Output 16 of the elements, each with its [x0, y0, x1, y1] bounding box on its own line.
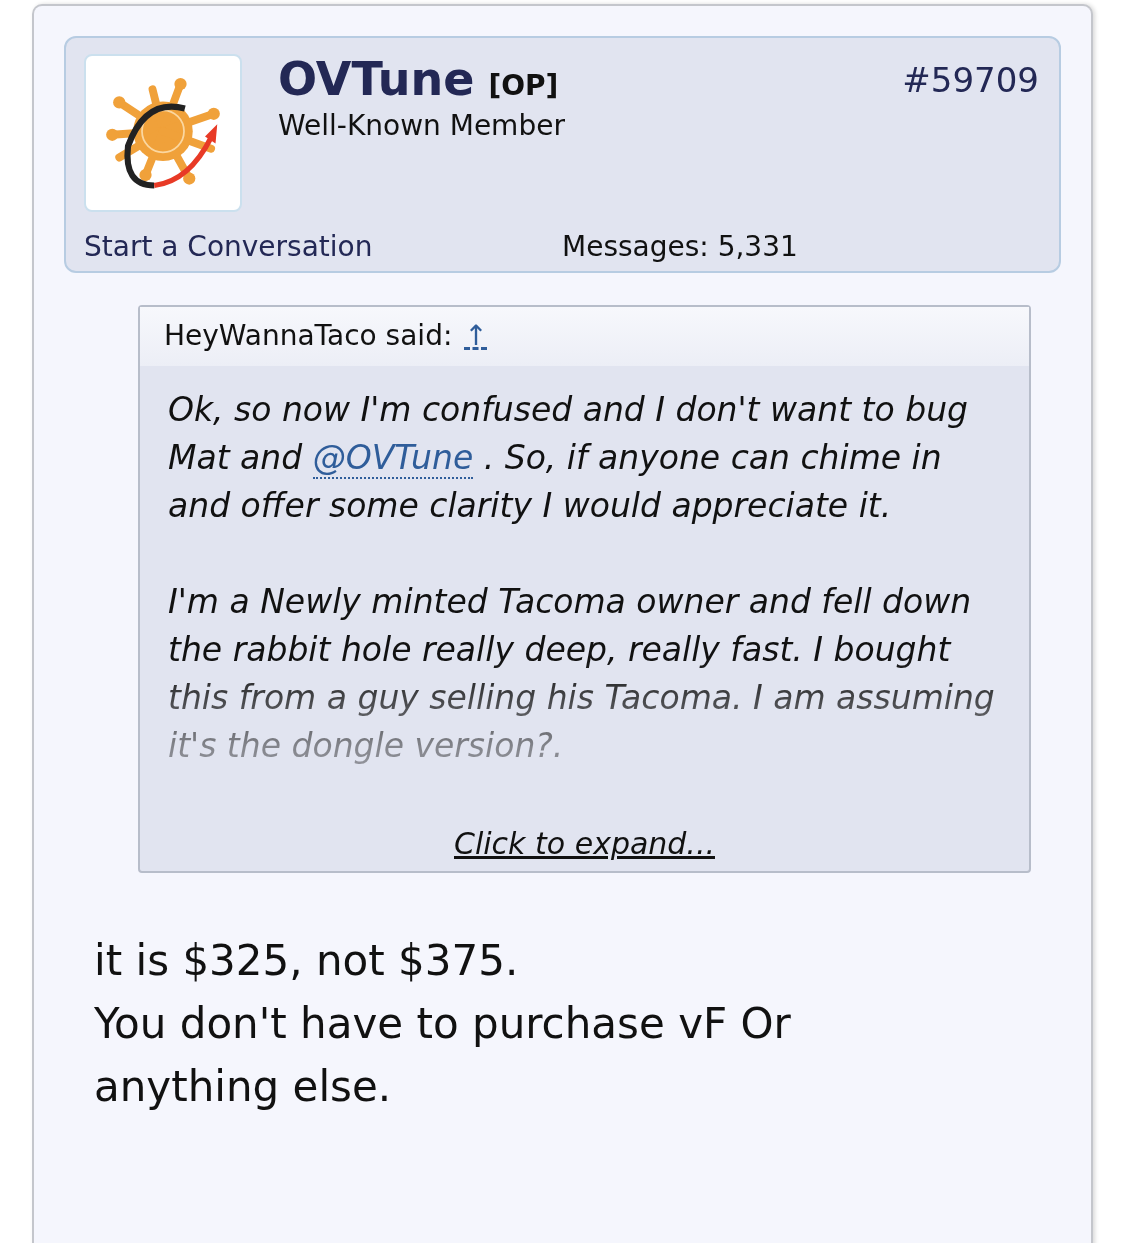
username-link[interactable]: OVTune	[278, 54, 475, 105]
messages-count: 5,331	[717, 230, 798, 263]
jump-to-post-link[interactable]: ↑	[464, 319, 488, 352]
post-number-link[interactable]: #59709	[902, 60, 1039, 100]
quote-attribution: HeyWannaTaco said:	[164, 319, 453, 352]
start-conversation-link[interactable]: Start a Conversation	[84, 230, 562, 263]
member-title: Well-Known Member	[278, 108, 566, 142]
quote-paragraph: I'm a Newly minted Tacoma owner and fell down the rabbit hole really deep, really fast. I bought this from a guy selling his Tacoma. I am assuming it's the dongle version?.	[168, 581, 996, 767]
messages-label: Messages:	[562, 230, 709, 263]
quote-paragraph: Ok, so now I'm confused and I don't want to bug Mat and @OVTune . So, if anyone can chime in and offer some clarity I would appreciate it.	[168, 389, 969, 527]
mention-link[interactable]: @OVTune	[312, 438, 474, 479]
reply-text: it is $325, not $375.	[94, 935, 520, 987]
expand-link[interactable]: Click to expand...	[454, 826, 715, 861]
avatar[interactable]	[84, 54, 242, 212]
reply-text: You don't have to purchase vF Or anything else.	[94, 998, 792, 1113]
op-label: [OP]	[488, 69, 559, 102]
